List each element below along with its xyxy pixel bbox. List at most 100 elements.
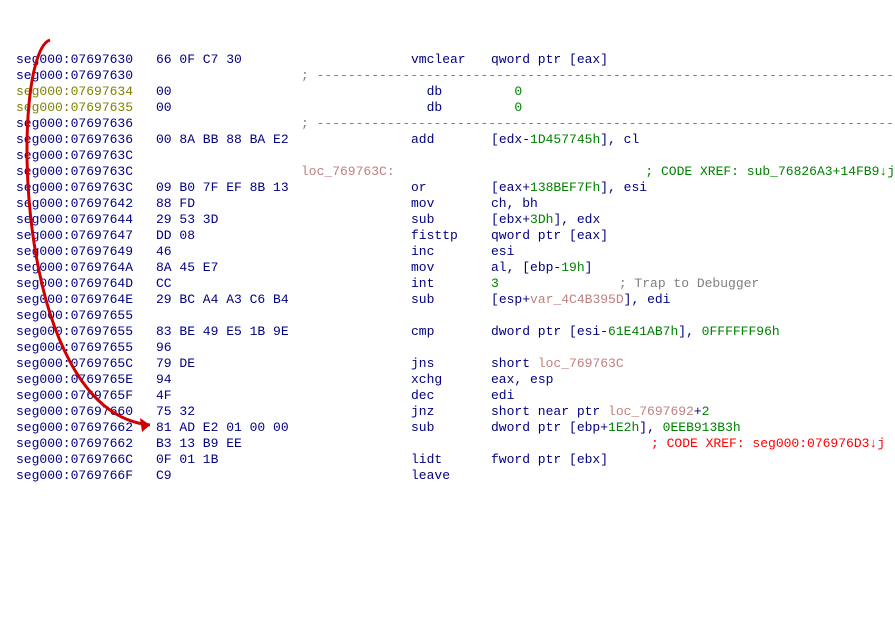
address: seg000:07697655 xyxy=(16,324,156,340)
disasm-row[interactable]: seg000:07697636 00 8A BB 88 BA E2add[edx… xyxy=(16,132,895,148)
disasm-row[interactable]: seg000:0769766F C9leave xyxy=(16,468,895,484)
operands: esi xyxy=(491,244,514,260)
op-token: - xyxy=(600,324,608,339)
disasm-row[interactable]: seg000:07697662 B3 13 B9 EE; CODE XREF: … xyxy=(16,436,895,452)
address: seg000:07697634 xyxy=(16,84,156,100)
disasm-row[interactable]: seg000:0769764A 8A 45 E7moval, [ebp-19h] xyxy=(16,260,895,276)
op-token: ebp xyxy=(577,420,600,435)
op-token: cl xyxy=(624,132,640,147)
byte: 83 BE 49 E5 1B 9E xyxy=(156,324,289,339)
disasm-row[interactable]: seg000:0769765E 94xchgeax, esp xyxy=(16,372,895,388)
op-token: esp xyxy=(499,292,522,307)
disasm-row[interactable]: seg000:0769766C 0F 01 1Blidtfword ptr [e… xyxy=(16,452,895,468)
byte: 29 53 3D xyxy=(156,212,218,227)
gap xyxy=(301,228,411,244)
bytes: 46 xyxy=(156,244,301,260)
op-token: 1D457745h xyxy=(530,132,600,147)
disasm-row[interactable]: seg000:07697649 46incesi xyxy=(16,244,895,260)
operands: [edx-1D457745h], cl xyxy=(491,132,639,148)
disasm-row[interactable]: seg000:0769764D CCint3; Trap to Debugger xyxy=(16,276,895,292)
mnemonic: lidt xyxy=(411,452,491,468)
disassembly-view[interactable]: seg000:07697630 66 0F C7 30vmclearqword … xyxy=(0,32,895,544)
op-token: [ xyxy=(491,132,499,147)
disasm-row[interactable]: seg000:0769765F 4Fdecedi xyxy=(16,388,895,404)
bytes: 83 BE 49 E5 1B 9E xyxy=(156,324,301,340)
byte: 4F xyxy=(156,388,172,403)
address: seg000:0769763C xyxy=(16,180,156,196)
address: seg000:07697644 xyxy=(16,212,156,228)
disasm-row[interactable]: seg000:0769763C loc_769763C:; CODE XREF:… xyxy=(16,164,895,180)
op-token: + xyxy=(600,420,608,435)
gap xyxy=(301,260,411,276)
gap xyxy=(301,324,411,340)
disasm-row[interactable]: seg000:07697635 00 db 0 xyxy=(16,100,895,116)
gap xyxy=(301,452,411,468)
gap xyxy=(301,372,411,388)
op-token: , xyxy=(507,196,523,211)
disasm-row[interactable]: seg000:07697644 29 53 3Dsub[ebx+3Dh], ed… xyxy=(16,212,895,228)
address: seg000:07697662 xyxy=(16,420,156,436)
op-token: 3Dh xyxy=(530,212,553,227)
disasm-row[interactable]: seg000:0769765C 79 DEjnsshort loc_769763… xyxy=(16,356,895,372)
disasm-row[interactable]: seg000:0769763C xyxy=(16,148,895,164)
operands: fword ptr [ebx] xyxy=(491,452,608,468)
disasm-row[interactable]: seg000:07697630 ; ----------------------… xyxy=(16,68,895,84)
op-token: ] xyxy=(585,260,593,275)
op-token: ebx xyxy=(577,452,600,467)
op-token: 138BEF7Fh xyxy=(530,180,600,195)
address: seg000:0769765F xyxy=(16,388,156,404)
op-token: 0 xyxy=(491,100,522,115)
operands: short near ptr loc_7697692+2 xyxy=(491,404,709,420)
mnemonic: add xyxy=(411,132,491,148)
op-token: ], xyxy=(624,292,647,307)
address: seg000:07697647 xyxy=(16,228,156,244)
mnemonic: or xyxy=(411,180,491,196)
op-token: [ xyxy=(491,180,499,195)
op-token: [ xyxy=(491,292,499,307)
gap xyxy=(301,276,411,292)
disasm-row[interactable]: seg000:07697660 75 32jnzshort near ptr l… xyxy=(16,404,895,420)
dash: ----------------------------------------… xyxy=(309,68,895,83)
op-token: [ xyxy=(569,420,577,435)
byte: 00 xyxy=(156,100,172,115)
op-token: ] xyxy=(600,52,608,67)
bytes: 29 BC A4 A3 C6 B4 xyxy=(156,292,301,308)
byte: B3 13 B9 EE xyxy=(156,436,242,451)
disasm-row[interactable]: seg000:07697655 xyxy=(16,308,895,324)
byte: DD 08 xyxy=(156,228,195,243)
op-token: - xyxy=(522,132,530,147)
disasm-row[interactable]: seg000:07697634 00 db 0 xyxy=(16,84,895,100)
disasm-row[interactable]: seg000:0769763C 09 B0 7F EF 8B 13or[eax+… xyxy=(16,180,895,196)
op-token: eax xyxy=(577,52,600,67)
bytes: C9 xyxy=(156,468,301,484)
disasm-row[interactable]: seg000:07697630 66 0F C7 30vmclearqword … xyxy=(16,52,895,68)
byte: 8A 45 E7 xyxy=(156,260,218,275)
byte: 29 BC A4 A3 C6 B4 xyxy=(156,292,289,307)
disasm-row[interactable]: seg000:07697662 81 AD E2 01 00 00subdwor… xyxy=(16,420,895,436)
op-token: qword ptr xyxy=(491,52,569,67)
disasm-row[interactable]: seg000:07697642 88 FDmovch, bh xyxy=(16,196,895,212)
disasm-row[interactable]: seg000:07697636 ; ----------------------… xyxy=(16,116,895,132)
op-token: , xyxy=(514,372,530,387)
byte: 75 32 xyxy=(156,404,195,419)
bytes: CC xyxy=(156,276,301,292)
operands: eax, esp xyxy=(491,372,553,388)
byte: 79 DE xyxy=(156,356,195,371)
address: seg000:07697660 xyxy=(16,404,156,420)
operands: ch, bh xyxy=(491,196,538,212)
disasm-row[interactable]: seg000:07697655 96 xyxy=(16,340,895,356)
op-token: 61E41AB7h xyxy=(608,324,678,339)
op-token: eax xyxy=(577,228,600,243)
op-token: 3 xyxy=(491,276,499,291)
gap xyxy=(301,196,411,212)
op-token: loc_7697692 xyxy=(608,404,694,419)
bytes: 96 xyxy=(156,340,301,356)
disasm-row[interactable]: seg000:07697655 83 BE 49 E5 1B 9Ecmpdwor… xyxy=(16,324,895,340)
op-token: esi xyxy=(577,324,600,339)
byte: 81 AD E2 01 00 00 xyxy=(156,420,289,435)
byte: 66 0F C7 30 xyxy=(156,52,242,67)
disasm-row[interactable]: seg000:0769764E 29 BC A4 A3 C6 B4sub[esp… xyxy=(16,292,895,308)
op-token: ], xyxy=(600,132,623,147)
disasm-row[interactable]: seg000:07697647 DD 08fisttpqword ptr [ea… xyxy=(16,228,895,244)
address: seg000:07697636 xyxy=(16,116,156,132)
